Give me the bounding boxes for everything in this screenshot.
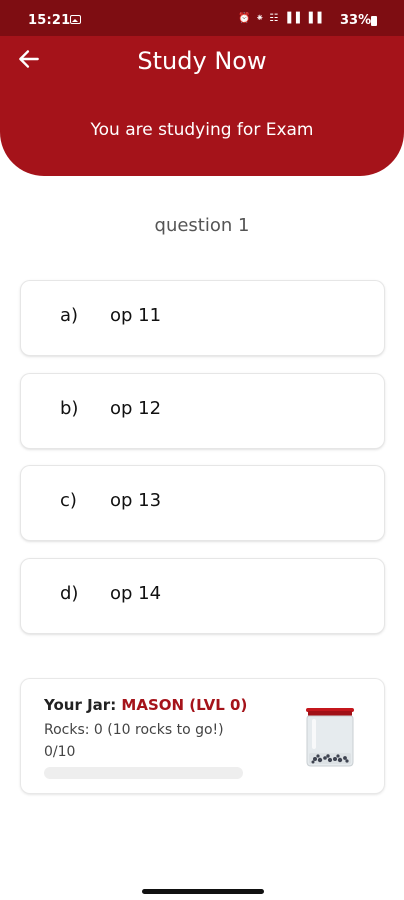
- jar-label: Your Jar:: [44, 696, 117, 714]
- option-letter: d): [60, 583, 79, 604]
- battery-icon: [371, 16, 377, 26]
- status-bar: 15:21 ⏰ ⁕ ☷ ▐▐ ▐▐ 33%: [0, 0, 404, 36]
- battery-percent: 33%: [340, 13, 372, 28]
- option-b[interactable]: b) op 12: [21, 374, 384, 448]
- option-letter: a): [60, 305, 79, 326]
- gallery-icon: [70, 15, 81, 24]
- option-text: op 11: [110, 305, 162, 326]
- jar-name: MASON (LVL 0): [121, 696, 248, 714]
- page-subtitle: You are studying for Exam: [90, 120, 314, 140]
- option-letter: b): [60, 398, 79, 419]
- nav-handle[interactable]: [142, 889, 264, 894]
- jar-title: Your Jar: MASON (LVL 0): [44, 696, 247, 714]
- jar-icon: [306, 708, 354, 767]
- option-d[interactable]: d) op 14: [21, 559, 384, 633]
- option-text: op 12: [110, 398, 162, 419]
- status-time: 15:21: [28, 13, 71, 28]
- option-c[interactable]: c) op 13: [21, 466, 384, 540]
- option-a[interactable]: a) op 11: [21, 281, 384, 355]
- jar-count: 0/10: [44, 744, 76, 760]
- status-icons: ⏰ ⁕ ☷ ▐▐ ▐▐: [238, 13, 323, 24]
- jar-card: Your Jar: MASON (LVL 0) Rocks: 0 (10 roc…: [21, 679, 384, 793]
- option-text: op 13: [110, 490, 162, 511]
- option-letter: c): [60, 490, 77, 511]
- option-text: op 14: [110, 583, 162, 604]
- question-text: question 1: [154, 215, 250, 236]
- jar-rocks: Rocks: 0 (10 rocks to go!): [44, 722, 224, 738]
- header: Study Now You are studying for Exam: [0, 36, 404, 176]
- page-title: Study Now: [137, 47, 267, 75]
- jar-progress-bar: [44, 767, 243, 779]
